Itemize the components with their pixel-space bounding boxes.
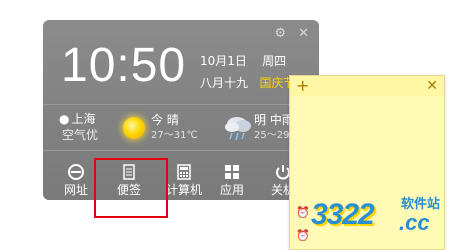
close-icon[interactable]: ✕ (298, 27, 309, 41)
location-block[interactable]: ● 上海 空气优 (59, 111, 98, 143)
temperature-tomorrow: 25～29 (254, 130, 290, 141)
desktop-clock-widget: ⚙ ✕ 10:50 10月1日 周四 八月十九 国庆节 ● 上海 空气优 今 晴 … (43, 20, 319, 200)
watermark-logo: 软件站 3322 .cc (311, 190, 461, 248)
air-quality-text: 空气优 (62, 128, 99, 142)
settings-gear-icon[interactable]: ⚙ (274, 27, 286, 41)
city-text: 上海 (71, 112, 96, 126)
weather-condition-today: 晴 (166, 113, 179, 127)
highlight-box (94, 158, 168, 218)
calculator-icon (177, 164, 191, 180)
clock-time: 10:50 (61, 39, 187, 92)
ie-icon (68, 164, 84, 180)
watermark-digits: 3322 (311, 198, 375, 231)
sticky-note-titlebar[interactable] (290, 76, 444, 96)
sunny-weather-icon (123, 117, 145, 139)
date-text: 10月1日 (200, 54, 247, 68)
lunar-date-text: 八月十九 (200, 76, 249, 90)
widget-window-controls: ⚙ ✕ (274, 27, 309, 41)
add-note-icon[interactable]: + (296, 76, 309, 96)
weather-day-tomorrow: 明 (254, 113, 267, 127)
divider (43, 150, 319, 151)
app-launcher-row: 网址 便签 计算机 应用 关机 (43, 157, 319, 200)
weather-tomorrow[interactable]: 明 中雨 25～29 (254, 112, 294, 144)
weekday-text: 周四 (262, 54, 287, 68)
apps-grid-icon (225, 165, 239, 179)
rain-cloud-icon (225, 117, 251, 141)
watermark-domain: .cc (399, 210, 430, 235)
location-pin-icon: ● (59, 112, 70, 126)
temperature-today: 27～31℃ (151, 130, 198, 141)
alarm-clock-icon[interactable]: ⏰ (296, 206, 310, 219)
app-apps-button[interactable]: 应用 (206, 163, 258, 197)
close-note-icon[interactable]: ✕ (426, 77, 438, 95)
weather-today[interactable]: 今 晴 27～31℃ (151, 112, 198, 144)
date-block: 10月1日 周四 八月十九 国庆节 (200, 50, 295, 94)
divider (43, 104, 319, 105)
alarm-clock-icon[interactable]: ⏰ (296, 229, 310, 242)
weather-day-today: 今 (151, 113, 164, 127)
app-label: 应用 (219, 183, 244, 197)
